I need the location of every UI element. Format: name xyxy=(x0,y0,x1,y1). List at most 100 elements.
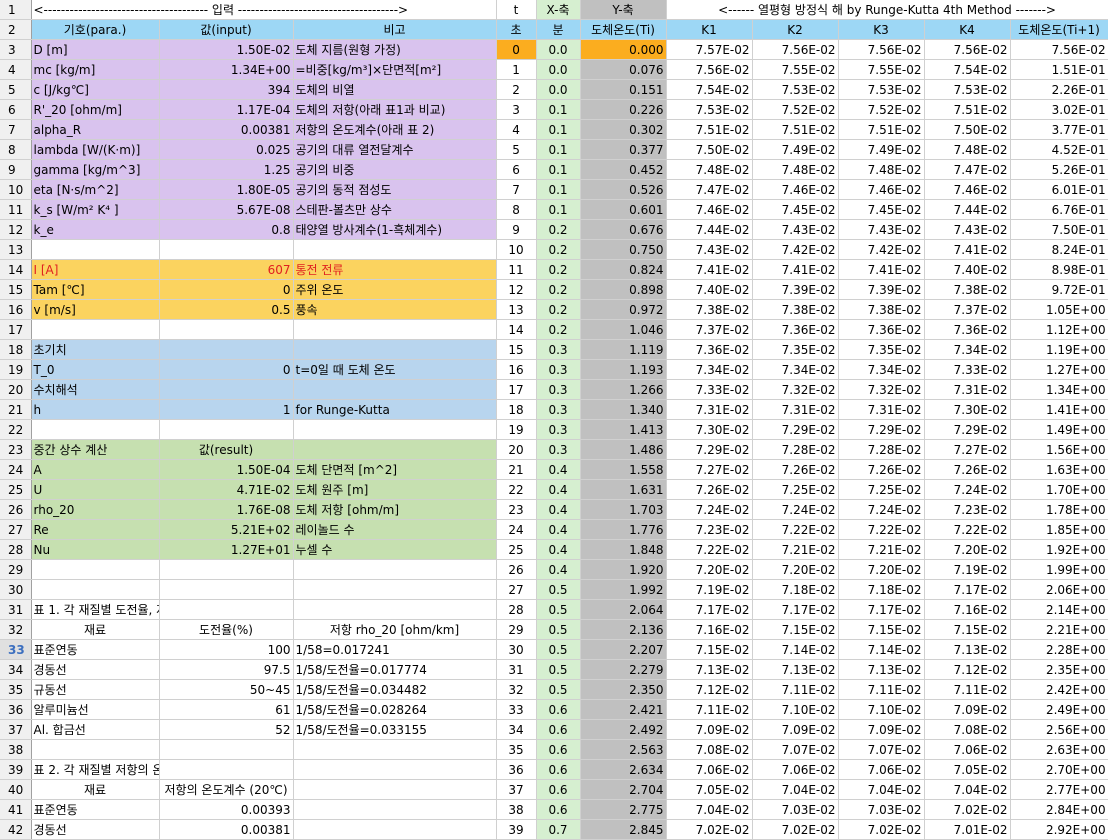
row-number[interactable]: 38 xyxy=(0,739,32,760)
temperature-cell[interactable]: 2.563 xyxy=(580,739,667,760)
k2-cell[interactable]: 7.17E-02 xyxy=(752,599,839,620)
next-temperature-cell[interactable]: 6.01E-01 xyxy=(1010,179,1108,200)
row-number[interactable]: 25 xyxy=(0,479,32,500)
k3-cell[interactable]: 7.56E-02 xyxy=(838,39,925,60)
left-value-cell[interactable]: 4.71E-02 xyxy=(159,479,294,500)
row-number[interactable]: 13 xyxy=(0,239,32,260)
next-temperature-cell[interactable]: 1.85E+00 xyxy=(1010,519,1108,540)
k3-cell[interactable]: 7.51E-02 xyxy=(838,119,925,140)
left-param-cell[interactable]: lambda [W/(K·m)] xyxy=(31,139,160,160)
k2-cell[interactable]: 7.52E-02 xyxy=(752,99,839,120)
k2-cell[interactable]: 7.53E-02 xyxy=(752,79,839,100)
row-number[interactable]: 23 xyxy=(0,439,32,460)
k2-cell[interactable]: 7.29E-02 xyxy=(752,419,839,440)
k4-cell[interactable]: 7.20E-02 xyxy=(924,539,1011,560)
seconds-cell[interactable]: 4 xyxy=(496,119,537,140)
k1-cell[interactable]: 7.20E-02 xyxy=(666,559,753,580)
seconds-cell[interactable]: 2 xyxy=(496,79,537,100)
row-number[interactable]: 4 xyxy=(0,59,32,80)
k4-cell[interactable]: 7.43E-02 xyxy=(924,219,1011,240)
minutes-cell[interactable]: 0.3 xyxy=(536,399,581,420)
row-number[interactable]: 11 xyxy=(0,199,32,220)
k4-cell[interactable]: 7.30E-02 xyxy=(924,399,1011,420)
minutes-cell[interactable]: 0.4 xyxy=(536,499,581,520)
row-number[interactable]: 31 xyxy=(0,599,32,620)
k4-cell[interactable]: 7.29E-02 xyxy=(924,419,1011,440)
k2-cell[interactable]: 7.31E-02 xyxy=(752,399,839,420)
seconds-cell[interactable]: 5 xyxy=(496,139,537,160)
left-param-cell[interactable] xyxy=(31,239,160,260)
k1-cell[interactable]: 7.17E-02 xyxy=(666,599,753,620)
left-value-cell[interactable]: 1.50E-02 xyxy=(159,39,294,60)
k3-cell[interactable]: 7.03E-02 xyxy=(838,799,925,820)
left-param-cell[interactable]: c [J/kg℃] xyxy=(31,79,160,100)
k3-cell[interactable]: 7.18E-02 xyxy=(838,579,925,600)
seconds-cell[interactable]: 7 xyxy=(496,179,537,200)
left-value-cell[interactable]: 0 xyxy=(159,279,294,300)
k1-cell[interactable]: 7.04E-02 xyxy=(666,799,753,820)
k2-cell[interactable]: 7.18E-02 xyxy=(752,579,839,600)
left-param-cell[interactable]: 표 2. 각 재질별 저항의 온도계수 xyxy=(31,759,160,780)
left-value-cell[interactable]: 100 xyxy=(159,639,294,660)
temperature-cell[interactable]: 1.340 xyxy=(580,399,667,420)
k4-cell[interactable]: 7.50E-02 xyxy=(924,119,1011,140)
minutes-cell[interactable]: 0.6 xyxy=(536,799,581,820)
k1-cell[interactable]: 7.26E-02 xyxy=(666,479,753,500)
next-temperature-cell[interactable]: 1.12E+00 xyxy=(1010,319,1108,340)
minutes-cell[interactable]: 0.1 xyxy=(536,119,581,140)
minutes-cell[interactable]: 0.0 xyxy=(536,59,581,80)
left-note-cell[interactable]: 통전 전류 xyxy=(293,259,497,280)
k3-cell[interactable]: 7.49E-02 xyxy=(838,139,925,160)
t-header[interactable]: t xyxy=(496,0,537,20)
k3-cell[interactable]: 7.45E-02 xyxy=(838,199,925,220)
seconds-cell[interactable]: 9 xyxy=(496,219,537,240)
k2-cell[interactable]: 7.39E-02 xyxy=(752,279,839,300)
left-param-cell[interactable]: h xyxy=(31,399,160,420)
row-number[interactable]: 29 xyxy=(0,559,32,580)
k4-cell[interactable]: 7.02E-02 xyxy=(924,799,1011,820)
next-temperature-cell[interactable]: 2.28E+00 xyxy=(1010,639,1108,660)
left-value-cell[interactable]: 1.17E-04 xyxy=(159,99,294,120)
next-temperature-cell[interactable]: 2.49E+00 xyxy=(1010,699,1108,720)
k1-cell[interactable]: 7.44E-02 xyxy=(666,219,753,240)
left-note-cell[interactable]: 1/58=0.017241 xyxy=(293,639,497,660)
left-value-cell[interactable]: 5.21E+02 xyxy=(159,519,294,540)
k4-cell[interactable]: 7.08E-02 xyxy=(924,719,1011,740)
minutes-cell[interactable]: 0.6 xyxy=(536,719,581,740)
k4-cell[interactable]: 7.16E-02 xyxy=(924,599,1011,620)
temperature-cell[interactable]: 0.000 xyxy=(580,39,667,60)
row-number[interactable]: 1 xyxy=(0,0,32,20)
k3-cell[interactable]: 7.34E-02 xyxy=(838,359,925,380)
k4-cell[interactable]: 7.41E-02 xyxy=(924,239,1011,260)
left-value-cell[interactable]: 0.8 xyxy=(159,219,294,240)
k2-cell[interactable]: 7.49E-02 xyxy=(752,139,839,160)
left-note-cell[interactable] xyxy=(293,579,497,600)
temperature-cell[interactable]: 2.350 xyxy=(580,679,667,700)
k1-cell[interactable]: 7.50E-02 xyxy=(666,139,753,160)
left-note-cell[interactable] xyxy=(293,759,497,780)
left-note-cell[interactable]: 도체 원주 [m] xyxy=(293,479,497,500)
k1-cell[interactable]: 7.09E-02 xyxy=(666,719,753,740)
seconds-cell[interactable]: 3 xyxy=(496,99,537,120)
k3-cell[interactable]: 7.15E-02 xyxy=(838,619,925,640)
minutes-cell[interactable]: 0.2 xyxy=(536,239,581,260)
left-value-cell[interactable]: 저항의 온도계수 (20℃) xyxy=(159,779,294,800)
seconds-cell[interactable]: 37 xyxy=(496,779,537,800)
k2-cell[interactable]: 7.42E-02 xyxy=(752,239,839,260)
k3-cell[interactable]: 7.10E-02 xyxy=(838,699,925,720)
k4-cell[interactable]: 7.36E-02 xyxy=(924,319,1011,340)
left-param-cell[interactable]: D [m] xyxy=(31,39,160,60)
k4-cell[interactable]: 7.11E-02 xyxy=(924,679,1011,700)
k3-cell[interactable]: 7.11E-02 xyxy=(838,679,925,700)
left-param-cell[interactable]: R'_20 [ohm/m] xyxy=(31,99,160,120)
left-note-cell[interactable] xyxy=(293,319,497,340)
row-number[interactable]: 27 xyxy=(0,519,32,540)
minutes-cell[interactable]: 0.5 xyxy=(536,619,581,640)
k2-cell[interactable]: 7.13E-02 xyxy=(752,659,839,680)
k1-cell[interactable]: 7.40E-02 xyxy=(666,279,753,300)
temp-ti-header[interactable]: 도체온도(Ti) xyxy=(580,19,667,40)
left-param-cell[interactable]: mc [kg/m] xyxy=(31,59,160,80)
next-temperature-cell[interactable]: 3.77E-01 xyxy=(1010,119,1108,140)
left-note-cell[interactable]: 공기의 동적 점성도 xyxy=(293,179,497,200)
minutes-cell[interactable]: 0.4 xyxy=(536,459,581,480)
